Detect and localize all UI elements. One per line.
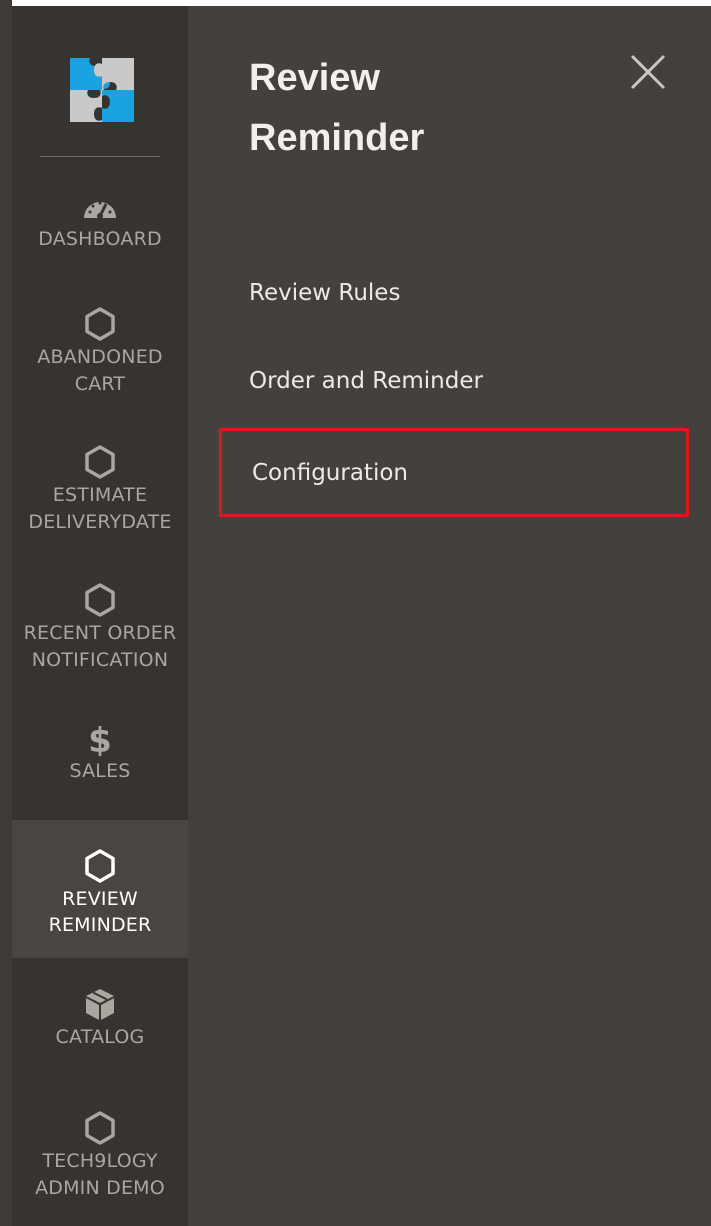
sidebar-item-label: REVIEW REMINDER (48, 888, 152, 936)
sidebar-item-label: ABANDONED CART (37, 346, 163, 395)
sidebar-item-catalog[interactable]: CATALOG (12, 986, 188, 1072)
sidebar-item-dashboard[interactable]: DASHBOARD (12, 188, 188, 268)
sidebar-item-review-reminder[interactable]: REVIEW REMINDER (12, 820, 188, 958)
sidebar-item-abandoned-cart[interactable]: ABANDONED CART (12, 306, 188, 416)
dollar-icon: $ (82, 720, 118, 761)
sidebar-item-label: RECENT ORDER NOTIFICATION (23, 622, 177, 671)
sidebar-item-estimate-deliverydate[interactable]: ESTIMATE DELIVERYDATE (12, 444, 188, 554)
admin-sidebar: DASHBOARD ABANDONED CART ESTIMATE DELIVE… (12, 6, 188, 1226)
hexagon-icon (82, 444, 118, 480)
svg-text:$: $ (88, 721, 112, 756)
sidebar-item-label: ESTIMATE DELIVERYDATE (28, 484, 172, 533)
submenu-panel: Review Reminder Review Rules Order and R… (188, 6, 711, 1226)
submenu-link-configuration[interactable]: Configuration (252, 458, 408, 488)
background-page-edge (0, 0, 12, 1226)
sidebar-item-recent-order-notification[interactable]: RECENT ORDER NOTIFICATION (12, 582, 188, 692)
logo-divider (40, 156, 160, 157)
box-icon (82, 986, 118, 1022)
hexagon-icon (82, 1110, 118, 1146)
sidebar-item-label: CATALOG (55, 1026, 145, 1048)
puzzle-logo[interactable] (66, 54, 138, 126)
panel-title: Review Reminder (249, 57, 425, 159)
hexagon-icon (82, 582, 118, 618)
sidebar-item-label: TECH9LOGY ADMIN DEMO (35, 1150, 165, 1199)
close-icon (630, 54, 666, 90)
close-button[interactable] (628, 52, 668, 92)
puzzle-logo-icon (70, 58, 134, 122)
submenu-link-order-and-reminder[interactable]: Order and Reminder (249, 366, 483, 396)
submenu-link-review-rules[interactable]: Review Rules (249, 278, 400, 308)
sidebar-item-label: DASHBOARD (38, 228, 162, 250)
dashboard-gauge-icon (82, 188, 118, 224)
admin-app: DASHBOARD ABANDONED CART ESTIMATE DELIVE… (0, 0, 711, 1226)
hexagon-icon (82, 848, 118, 884)
hexagon-icon (82, 306, 118, 342)
sidebar-item-label: SALES (69, 760, 131, 782)
sidebar-item-tech9logy-admin-demo[interactable]: TECH9LOGY ADMIN DEMO (12, 1110, 188, 1220)
sidebar-item-sales[interactable]: $ SALES (12, 720, 188, 806)
